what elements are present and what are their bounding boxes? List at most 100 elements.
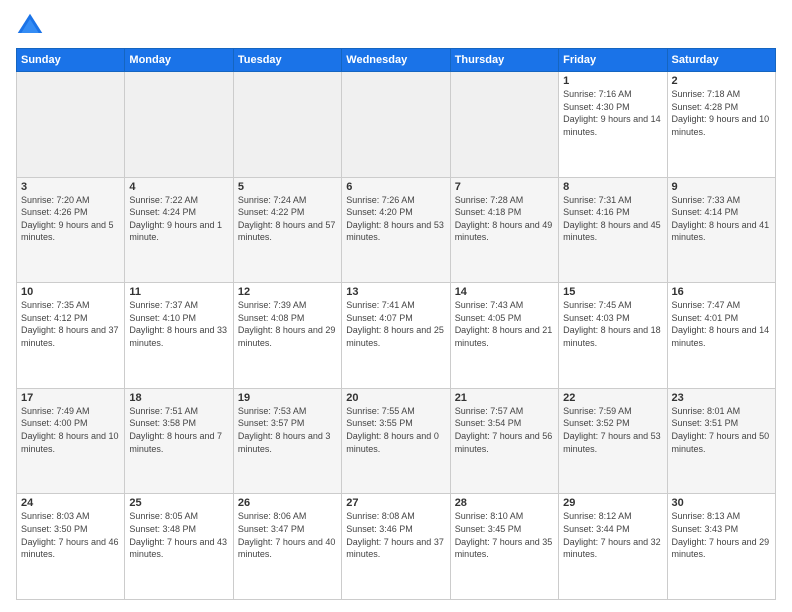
day-number: 21 (455, 392, 554, 404)
header (16, 12, 776, 40)
day-number: 30 (672, 497, 771, 509)
day-number: 8 (563, 181, 662, 193)
calendar-day-header: Tuesday (233, 49, 341, 72)
calendar-cell: 26Sunrise: 8:06 AMSunset: 3:47 PMDayligh… (233, 494, 341, 600)
calendar-cell: 25Sunrise: 8:05 AMSunset: 3:48 PMDayligh… (125, 494, 233, 600)
day-number: 3 (21, 181, 120, 193)
calendar-cell: 6Sunrise: 7:26 AMSunset: 4:20 PMDaylight… (342, 177, 450, 283)
calendar-cell: 19Sunrise: 7:53 AMSunset: 3:57 PMDayligh… (233, 388, 341, 494)
calendar-week-row: 1Sunrise: 7:16 AMSunset: 4:30 PMDaylight… (17, 72, 776, 178)
day-number: 4 (129, 181, 228, 193)
day-number: 6 (346, 181, 445, 193)
day-info: Sunrise: 8:12 AMSunset: 3:44 PMDaylight:… (563, 510, 662, 560)
day-info: Sunrise: 7:18 AMSunset: 4:28 PMDaylight:… (672, 88, 771, 138)
day-info: Sunrise: 8:01 AMSunset: 3:51 PMDaylight:… (672, 405, 771, 455)
day-info: Sunrise: 7:51 AMSunset: 3:58 PMDaylight:… (129, 405, 228, 455)
day-info: Sunrise: 7:31 AMSunset: 4:16 PMDaylight:… (563, 194, 662, 244)
day-info: Sunrise: 7:49 AMSunset: 4:00 PMDaylight:… (21, 405, 120, 455)
calendar-cell: 20Sunrise: 7:55 AMSunset: 3:55 PMDayligh… (342, 388, 450, 494)
day-info: Sunrise: 7:57 AMSunset: 3:54 PMDaylight:… (455, 405, 554, 455)
day-info: Sunrise: 7:28 AMSunset: 4:18 PMDaylight:… (455, 194, 554, 244)
calendar-day-header: Saturday (667, 49, 775, 72)
day-info: Sunrise: 7:37 AMSunset: 4:10 PMDaylight:… (129, 299, 228, 349)
day-number: 19 (238, 392, 337, 404)
calendar-day-header: Thursday (450, 49, 558, 72)
calendar-cell (450, 72, 558, 178)
day-number: 18 (129, 392, 228, 404)
day-number: 23 (672, 392, 771, 404)
calendar-cell (17, 72, 125, 178)
day-info: Sunrise: 7:24 AMSunset: 4:22 PMDaylight:… (238, 194, 337, 244)
day-number: 5 (238, 181, 337, 193)
day-info: Sunrise: 7:26 AMSunset: 4:20 PMDaylight:… (346, 194, 445, 244)
day-number: 28 (455, 497, 554, 509)
day-info: Sunrise: 7:20 AMSunset: 4:26 PMDaylight:… (21, 194, 120, 244)
calendar-table: SundayMondayTuesdayWednesdayThursdayFrid… (16, 48, 776, 600)
day-info: Sunrise: 7:22 AMSunset: 4:24 PMDaylight:… (129, 194, 228, 244)
day-info: Sunrise: 8:06 AMSunset: 3:47 PMDaylight:… (238, 510, 337, 560)
day-info: Sunrise: 7:41 AMSunset: 4:07 PMDaylight:… (346, 299, 445, 349)
calendar-cell: 12Sunrise: 7:39 AMSunset: 4:08 PMDayligh… (233, 283, 341, 389)
day-number: 11 (129, 286, 228, 298)
day-info: Sunrise: 8:10 AMSunset: 3:45 PMDaylight:… (455, 510, 554, 560)
calendar-cell: 3Sunrise: 7:20 AMSunset: 4:26 PMDaylight… (17, 177, 125, 283)
day-info: Sunrise: 7:39 AMSunset: 4:08 PMDaylight:… (238, 299, 337, 349)
calendar-cell: 10Sunrise: 7:35 AMSunset: 4:12 PMDayligh… (17, 283, 125, 389)
calendar-day-header: Monday (125, 49, 233, 72)
day-info: Sunrise: 7:35 AMSunset: 4:12 PMDaylight:… (21, 299, 120, 349)
calendar-week-row: 24Sunrise: 8:03 AMSunset: 3:50 PMDayligh… (17, 494, 776, 600)
day-number: 9 (672, 181, 771, 193)
day-info: Sunrise: 7:45 AMSunset: 4:03 PMDaylight:… (563, 299, 662, 349)
day-info: Sunrise: 7:55 AMSunset: 3:55 PMDaylight:… (346, 405, 445, 455)
day-info: Sunrise: 8:08 AMSunset: 3:46 PMDaylight:… (346, 510, 445, 560)
calendar-cell: 4Sunrise: 7:22 AMSunset: 4:24 PMDaylight… (125, 177, 233, 283)
calendar-day-header: Friday (559, 49, 667, 72)
day-info: Sunrise: 7:16 AMSunset: 4:30 PMDaylight:… (563, 88, 662, 138)
day-number: 10 (21, 286, 120, 298)
calendar-day-header: Sunday (17, 49, 125, 72)
calendar-cell: 27Sunrise: 8:08 AMSunset: 3:46 PMDayligh… (342, 494, 450, 600)
calendar-week-row: 3Sunrise: 7:20 AMSunset: 4:26 PMDaylight… (17, 177, 776, 283)
calendar-cell: 14Sunrise: 7:43 AMSunset: 4:05 PMDayligh… (450, 283, 558, 389)
calendar-header-row: SundayMondayTuesdayWednesdayThursdayFrid… (17, 49, 776, 72)
day-number: 20 (346, 392, 445, 404)
day-info: Sunrise: 8:03 AMSunset: 3:50 PMDaylight:… (21, 510, 120, 560)
day-info: Sunrise: 7:53 AMSunset: 3:57 PMDaylight:… (238, 405, 337, 455)
calendar-cell: 23Sunrise: 8:01 AMSunset: 3:51 PMDayligh… (667, 388, 775, 494)
day-number: 16 (672, 286, 771, 298)
calendar-cell: 17Sunrise: 7:49 AMSunset: 4:00 PMDayligh… (17, 388, 125, 494)
day-number: 12 (238, 286, 337, 298)
day-number: 17 (21, 392, 120, 404)
day-number: 13 (346, 286, 445, 298)
calendar-cell (125, 72, 233, 178)
day-number: 26 (238, 497, 337, 509)
calendar-cell: 21Sunrise: 7:57 AMSunset: 3:54 PMDayligh… (450, 388, 558, 494)
calendar-day-header: Wednesday (342, 49, 450, 72)
calendar-cell: 1Sunrise: 7:16 AMSunset: 4:30 PMDaylight… (559, 72, 667, 178)
logo-icon (16, 12, 44, 40)
calendar-cell (233, 72, 341, 178)
day-number: 29 (563, 497, 662, 509)
calendar-cell: 30Sunrise: 8:13 AMSunset: 3:43 PMDayligh… (667, 494, 775, 600)
day-number: 14 (455, 286, 554, 298)
calendar-week-row: 17Sunrise: 7:49 AMSunset: 4:00 PMDayligh… (17, 388, 776, 494)
logo (16, 12, 48, 40)
calendar-cell: 5Sunrise: 7:24 AMSunset: 4:22 PMDaylight… (233, 177, 341, 283)
day-info: Sunrise: 7:43 AMSunset: 4:05 PMDaylight:… (455, 299, 554, 349)
day-info: Sunrise: 7:47 AMSunset: 4:01 PMDaylight:… (672, 299, 771, 349)
calendar-cell: 16Sunrise: 7:47 AMSunset: 4:01 PMDayligh… (667, 283, 775, 389)
day-number: 27 (346, 497, 445, 509)
calendar-week-row: 10Sunrise: 7:35 AMSunset: 4:12 PMDayligh… (17, 283, 776, 389)
day-info: Sunrise: 7:33 AMSunset: 4:14 PMDaylight:… (672, 194, 771, 244)
day-info: Sunrise: 7:59 AMSunset: 3:52 PMDaylight:… (563, 405, 662, 455)
day-number: 15 (563, 286, 662, 298)
calendar-cell: 11Sunrise: 7:37 AMSunset: 4:10 PMDayligh… (125, 283, 233, 389)
day-number: 7 (455, 181, 554, 193)
calendar-cell (342, 72, 450, 178)
day-number: 1 (563, 75, 662, 87)
calendar-cell: 28Sunrise: 8:10 AMSunset: 3:45 PMDayligh… (450, 494, 558, 600)
calendar-cell: 18Sunrise: 7:51 AMSunset: 3:58 PMDayligh… (125, 388, 233, 494)
calendar-cell: 15Sunrise: 7:45 AMSunset: 4:03 PMDayligh… (559, 283, 667, 389)
calendar-cell: 13Sunrise: 7:41 AMSunset: 4:07 PMDayligh… (342, 283, 450, 389)
calendar-cell: 7Sunrise: 7:28 AMSunset: 4:18 PMDaylight… (450, 177, 558, 283)
